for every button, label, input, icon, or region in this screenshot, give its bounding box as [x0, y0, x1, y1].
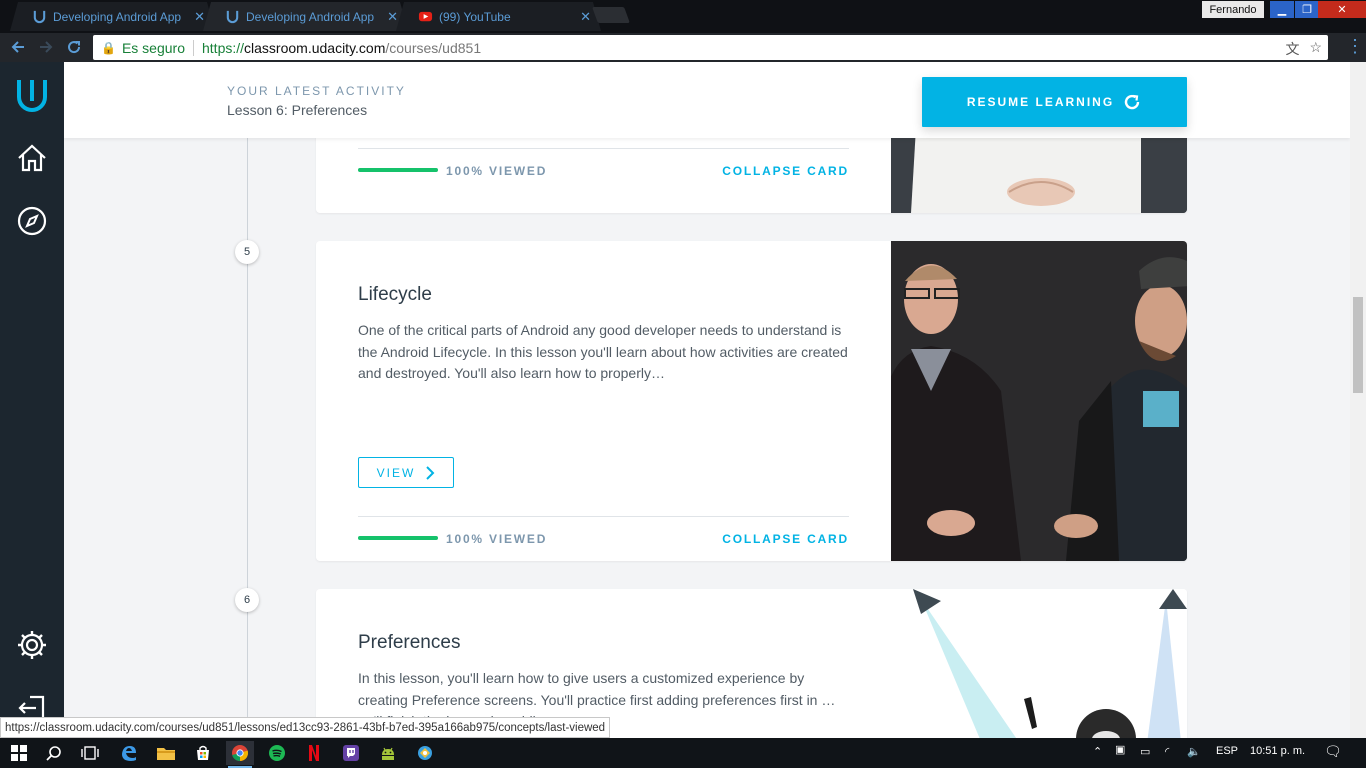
lesson-title: Preferences	[358, 632, 461, 653]
netflix-icon[interactable]	[300, 741, 328, 765]
reload-button[interactable]	[63, 36, 85, 58]
divider	[358, 148, 849, 149]
viewed-label: 100% VIEWED	[446, 532, 548, 546]
divider	[358, 516, 849, 517]
arrow-right-icon	[40, 41, 53, 53]
store-icon[interactable]	[189, 741, 217, 765]
gear-icon[interactable]	[12, 625, 52, 665]
tab-title: (99) YouTube	[439, 9, 511, 24]
udacity-logo-icon[interactable]	[12, 75, 52, 115]
lesson-title: Lifecycle	[358, 284, 432, 305]
url-path: /courses/ud851	[385, 39, 482, 56]
twitch-icon[interactable]	[337, 741, 365, 765]
browser-tab-1[interactable]: Developing Android App ✕	[10, 2, 215, 31]
chevron-right-icon	[426, 465, 435, 480]
url-host: classroom.udacity.com	[244, 39, 386, 56]
resume-learning-button[interactable]: RESUME LEARNING	[922, 77, 1187, 127]
lesson-number: 5	[235, 240, 259, 264]
profile-button[interactable]: Fernando	[1202, 1, 1264, 18]
browser-tabstrip: Developing Android App ✕ Developing Andr…	[0, 0, 1366, 33]
udacity-logo-icon	[226, 10, 239, 24]
collapse-card-button[interactable]: COLLAPSE CARD	[722, 532, 849, 546]
compass-icon[interactable]	[12, 201, 52, 241]
close-icon[interactable]: ✕	[194, 9, 205, 25]
android-studio-icon[interactable]	[374, 741, 402, 765]
chevron-up-icon[interactable]: ⌃	[1093, 745, 1102, 758]
notifications-icon[interactable]: 🗨	[1324, 743, 1342, 760]
latest-activity-label: YOUR LATEST ACTIVITY	[227, 84, 406, 98]
progress-bar	[358, 168, 438, 172]
resume-learning-label: RESUME LEARNING	[966, 95, 1115, 109]
lesson-number: 6	[235, 588, 259, 612]
translate-icon[interactable]: 文	[1285, 39, 1299, 59]
restore-button[interactable]: ❐	[1295, 1, 1319, 18]
language-indicator[interactable]: ESP	[1216, 745, 1238, 757]
browser-toolbar: 🔒 Es seguro https://classroom.udacity.co…	[0, 33, 1366, 62]
battery-icon[interactable]: ▭	[1140, 745, 1150, 758]
wifi-icon[interactable]: ◜	[1165, 745, 1169, 758]
windows-taskbar: ⌃ ▣ ▭ ◜ 🔈 ESP 10:51 p. m. 🗨	[0, 738, 1366, 768]
browser-tab-3[interactable]: (99) YouTube ✕	[396, 2, 601, 31]
lesson-card: Preferences In this lesson, you'll learn…	[316, 589, 1187, 738]
star-icon[interactable]: ☆	[1309, 39, 1322, 59]
lesson-image	[891, 241, 1187, 561]
youtube-icon	[418, 11, 433, 22]
view-label: VIEW	[376, 465, 416, 480]
back-button[interactable]	[7, 36, 29, 58]
chrome-icon[interactable]	[226, 741, 254, 768]
reload-icon	[68, 41, 81, 54]
close-icon[interactable]: ✕	[387, 9, 398, 25]
window-close-button[interactable]: ✕	[1318, 1, 1366, 18]
url-scheme: https://	[202, 39, 245, 56]
browser-menu-icon[interactable]: ⋮	[1346, 37, 1364, 55]
lesson-description: One of the critical parts of Android any…	[358, 322, 848, 381]
sidebar	[0, 62, 64, 738]
latest-activity-bar: YOUR LATEST ACTIVITY Lesson 6: Preferenc…	[64, 62, 1350, 138]
tab-title: Developing Android App	[246, 9, 375, 24]
course-page: YOUR LATEST ACTIVITY Lesson 6: Preferenc…	[64, 62, 1350, 738]
lesson-timeline	[247, 138, 248, 738]
tab-title: Developing Android App	[53, 9, 182, 24]
spotify-icon[interactable]	[263, 741, 291, 765]
file-explorer-icon[interactable]	[152, 741, 180, 765]
task-view-icon[interactable]	[76, 741, 104, 765]
steam-vr-icon[interactable]: ▣	[1115, 743, 1125, 756]
clock[interactable]: 10:51 p. m.	[1250, 745, 1305, 757]
divider	[193, 39, 194, 56]
arrow-left-icon	[11, 41, 24, 53]
lesson-card: Lifecycle One of the critical parts of A…	[316, 241, 1187, 561]
address-bar[interactable]: 🔒 Es seguro https://classroom.udacity.co…	[93, 35, 1328, 60]
view-button[interactable]: VIEW	[358, 457, 454, 488]
page-scrollbar[interactable]	[1350, 62, 1366, 738]
home-icon[interactable]	[12, 138, 52, 178]
scrollbar-thumb[interactable]	[1353, 297, 1363, 393]
link-status-bar: https://classroom.udacity.com/courses/ud…	[0, 717, 611, 738]
search-icon[interactable]	[40, 741, 68, 765]
close-icon[interactable]: ✕	[580, 9, 591, 25]
collapse-card-button[interactable]: COLLAPSE CARD	[722, 164, 849, 178]
app-icon[interactable]	[411, 741, 439, 765]
progress-fill	[358, 168, 438, 172]
viewed-label: 100% VIEWED	[446, 164, 548, 178]
edge-icon[interactable]	[115, 741, 143, 765]
forward-button[interactable]	[35, 36, 57, 58]
progress-bar	[358, 536, 438, 540]
minimize-button[interactable]: ▁	[1270, 1, 1294, 18]
progress-fill	[358, 536, 438, 540]
new-tab-button[interactable]	[592, 7, 630, 23]
udacity-logo-icon	[33, 10, 46, 24]
security-label[interactable]: Es seguro	[122, 40, 185, 56]
latest-activity-lesson[interactable]: Lesson 6: Preferences	[227, 102, 367, 118]
lock-icon[interactable]: 🔒	[101, 41, 116, 55]
browser-tab-2[interactable]: Developing Android App ✕	[203, 2, 408, 31]
lesson-image	[891, 589, 1187, 738]
refresh-icon	[1125, 94, 1140, 110]
windows-start-icon[interactable]	[5, 741, 33, 765]
volume-icon[interactable]: 🔈	[1187, 745, 1201, 758]
